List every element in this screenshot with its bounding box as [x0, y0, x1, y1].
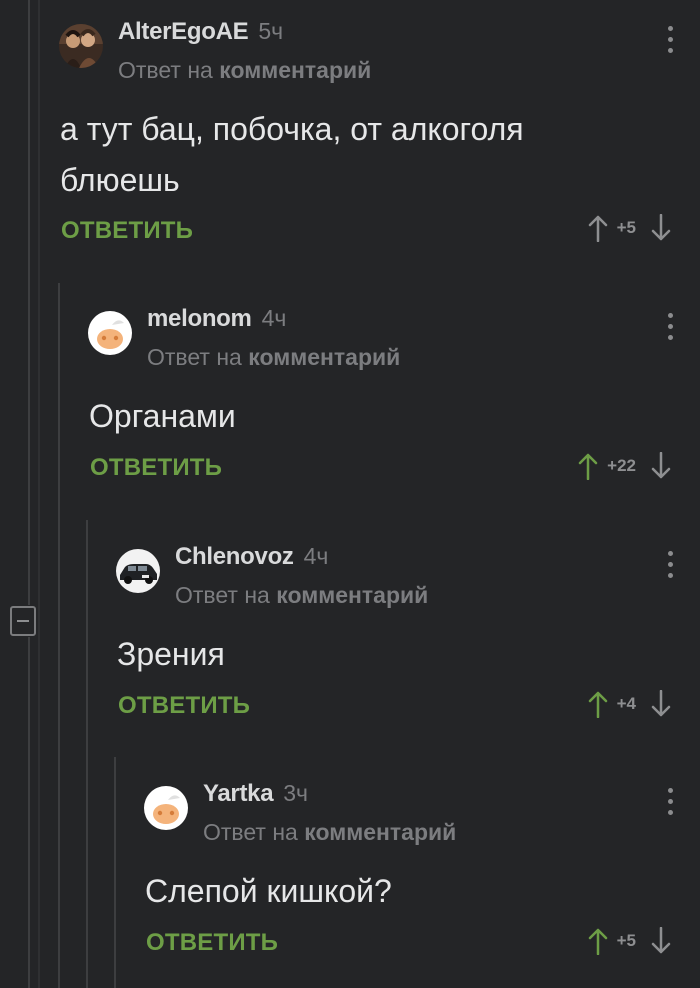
comment: melonom 4ч Ответ на комментарий Органами … — [88, 305, 700, 505]
collapse-thread-button[interactable] — [10, 606, 36, 636]
reply-button[interactable]: ОТВЕТИТЬ — [90, 454, 222, 482]
default-avatar-icon — [144, 786, 188, 830]
reply-button[interactable]: ОТВЕТИТЬ — [61, 217, 193, 245]
comment-time: 4ч — [261, 305, 287, 331]
comment-text: Слепой кишкой? — [145, 866, 700, 917]
car-avatar-icon — [116, 549, 160, 593]
default-avatar-icon — [88, 311, 132, 355]
author-name[interactable]: AlterEgoAE — [118, 18, 249, 45]
rating-score: +5 — [616, 931, 636, 950]
avatar[interactable] — [59, 24, 103, 68]
author-line: melonom 4ч — [147, 305, 286, 333]
reply-to-line: Ответ на комментарий — [203, 819, 456, 846]
rating: +5 — [587, 214, 672, 242]
photo-avatar-icon — [59, 24, 103, 68]
comment-text: а тут бац, побочка, от алкоголя блюешь — [60, 104, 650, 206]
comment-time: 4ч — [303, 543, 329, 569]
thread-line[interactable] — [28, 637, 30, 988]
more-menu-icon[interactable] — [666, 313, 674, 343]
thread-line[interactable] — [58, 283, 60, 988]
avatar[interactable] — [144, 786, 188, 830]
upvote-arrow-icon[interactable] — [587, 214, 609, 242]
upvote-arrow-icon[interactable] — [587, 690, 609, 718]
upvote-arrow-icon[interactable] — [587, 927, 609, 955]
reply-to-line: Ответ на комментарий — [147, 344, 400, 371]
parent-comment-link[interactable]: комментарий — [219, 57, 371, 83]
thread-line[interactable] — [38, 0, 40, 988]
parent-comment-link[interactable]: комментарий — [276, 582, 428, 608]
comment-text: Зрения — [117, 629, 700, 680]
reply-prefix: Ответ на — [147, 344, 242, 370]
reply-to-line: Ответ на комментарий — [175, 582, 428, 609]
author-line: Yartka 3ч — [203, 780, 308, 808]
rating: +4 — [587, 690, 672, 718]
comment-text-line: а тут бац, побочка, от алкоголя — [60, 111, 524, 147]
downvote-arrow-icon[interactable] — [650, 927, 672, 955]
comment-text-line: Слепой кишкой? — [145, 873, 392, 909]
reply-to-line: Ответ на комментарий — [118, 57, 371, 84]
rating-score: +5 — [616, 218, 636, 237]
author-line: Chlenovoz 4ч — [175, 543, 328, 571]
comment-text-line: Органами — [89, 398, 236, 434]
comment: Chlenovoz 4ч Ответ на комментарий Зрения … — [116, 543, 700, 743]
avatar[interactable] — [116, 549, 160, 593]
comment-text-line: блюешь — [60, 162, 180, 198]
reply-button[interactable]: ОТВЕТИТЬ — [118, 692, 250, 720]
downvote-arrow-icon[interactable] — [650, 690, 672, 718]
downvote-arrow-icon[interactable] — [650, 452, 672, 480]
thread-line[interactable] — [114, 757, 116, 988]
author-name[interactable]: Chlenovoz — [175, 543, 294, 570]
reply-button[interactable]: ОТВЕТИТЬ — [146, 929, 278, 957]
upvote-arrow-icon[interactable] — [577, 452, 599, 480]
rating-score: +22 — [607, 456, 636, 475]
comment: Yartka 3ч Ответ на комментарий Слепой киш… — [144, 780, 700, 980]
parent-comment-link[interactable]: комментарий — [248, 344, 400, 370]
reply-prefix: Ответ на — [203, 819, 298, 845]
comment-text: Органами — [89, 391, 679, 442]
downvote-arrow-icon[interactable] — [650, 214, 672, 242]
rating-score: +4 — [616, 694, 636, 713]
author-name[interactable]: Yartka — [203, 780, 274, 807]
comment-time: 3ч — [283, 780, 309, 806]
author-line: AlterEgoAE 5ч — [118, 18, 283, 46]
more-menu-icon[interactable] — [666, 26, 674, 56]
author-name[interactable]: melonom — [147, 305, 252, 332]
thread-line[interactable] — [86, 520, 88, 988]
comment-time: 5ч — [258, 18, 284, 44]
comment-thread: AlterEgoAE 5ч Ответ на комментарий а тут … — [0, 0, 700, 988]
reply-prefix: Ответ на — [175, 582, 270, 608]
comment-text-line: Зрения — [117, 636, 225, 672]
thread-line[interactable] — [28, 0, 30, 605]
rating: +22 — [577, 452, 672, 480]
more-menu-icon[interactable] — [666, 788, 674, 818]
more-menu-icon[interactable] — [666, 551, 674, 581]
rating: +5 — [587, 927, 672, 955]
comment: AlterEgoAE 5ч Ответ на комментарий а тут … — [59, 18, 700, 258]
parent-comment-link[interactable]: комментарий — [304, 819, 456, 845]
reply-prefix: Ответ на — [118, 57, 213, 83]
avatar[interactable] — [88, 311, 132, 355]
